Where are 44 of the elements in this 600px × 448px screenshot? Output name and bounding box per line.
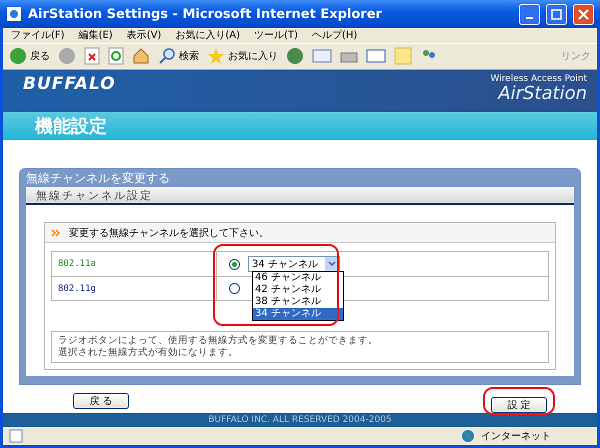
radio-button[interactable] xyxy=(229,258,240,270)
back-button[interactable]: 戻 る xyxy=(73,393,129,410)
mode-label: 802.11g xyxy=(52,277,217,300)
panel-title: 無線チャンネルを変更する xyxy=(26,170,171,187)
instruction-text: 変更する無線チャンネルを選択して下さい。 xyxy=(69,226,269,240)
radio-button[interactable] xyxy=(229,283,240,294)
star-icon xyxy=(207,47,225,66)
search-button[interactable]: 検索 xyxy=(158,47,199,66)
back-button[interactable]: 戻る xyxy=(9,47,50,66)
page-icon xyxy=(9,429,23,444)
section-title: 無線チャンネル設定 xyxy=(26,187,574,206)
apply-button[interactable]: 設 定 xyxy=(491,397,547,414)
maximize-icon xyxy=(551,8,562,20)
search-icon xyxy=(158,47,176,66)
globe-icon xyxy=(461,429,475,444)
menu-item[interactable]: お気に入り(A) xyxy=(175,28,240,42)
window-title: AirStation Settings - Microsoft Internet Explorer xyxy=(28,6,383,22)
favorites-button[interactable]: お気に入り xyxy=(207,47,278,66)
menu-item[interactable]: 表示(V) xyxy=(126,28,162,42)
stop-icon[interactable] xyxy=(84,47,100,66)
menu-item[interactable]: ツール(T) xyxy=(254,28,298,42)
browser-icon xyxy=(6,6,22,22)
zone-label: インターネット xyxy=(481,430,552,444)
minimize-button[interactable] xyxy=(519,4,540,25)
close-icon xyxy=(578,8,589,20)
bullet-icon xyxy=(51,228,61,237)
product-label: Wireless Access Point xyxy=(490,74,587,84)
dropdown-option[interactable]: 34 チャンネル xyxy=(253,308,343,320)
home-icon[interactable] xyxy=(132,47,150,66)
help-text: 選択された無線方式が有効になります。 xyxy=(58,347,239,360)
menu-item[interactable]: ヘルプ(H) xyxy=(312,28,358,42)
page-title: 機能設定 xyxy=(35,115,107,138)
product-logo: AirStation xyxy=(498,84,587,104)
menu-item[interactable]: 編集(E) xyxy=(78,28,113,42)
menu-item[interactable]: ファイル(F) xyxy=(11,28,65,42)
close-button[interactable] xyxy=(573,4,594,25)
minimize-icon xyxy=(526,17,533,20)
mode-label: 802.11a xyxy=(52,252,217,276)
refresh-icon[interactable] xyxy=(108,47,124,66)
copyright-footer: BUFFALO INC. ALL RESERVED 2004-2005 xyxy=(3,413,597,428)
maximize-button[interactable] xyxy=(546,4,567,25)
brand-logo: BUFFALO xyxy=(23,74,116,94)
help-text: ラジオボタンによって、使用する無線方式を変更することができます。 xyxy=(58,335,379,347)
caret-icon xyxy=(328,261,336,268)
